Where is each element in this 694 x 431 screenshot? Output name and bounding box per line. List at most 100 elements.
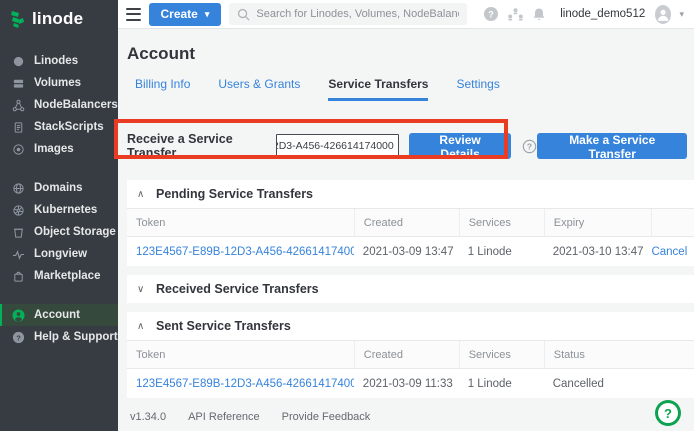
linodes-icon xyxy=(11,54,25,68)
sidebar-divider xyxy=(0,160,118,177)
section-title: Sent Service Transfers xyxy=(156,319,291,333)
search-input[interactable] xyxy=(256,8,459,20)
tab-billing-info[interactable]: Billing Info xyxy=(135,77,190,101)
create-button[interactable]: Create ▾ xyxy=(149,3,222,26)
column-header-token: Token xyxy=(127,209,354,236)
column-header-token: Token xyxy=(127,341,354,368)
cancel-link[interactable]: Cancel xyxy=(651,246,687,258)
sent-transfers-header[interactable]: ∧ Sent Service Transfers xyxy=(127,312,694,340)
column-header-expiry: Expiry xyxy=(544,209,652,236)
sidebar-item-longview[interactable]: Longview xyxy=(0,243,118,265)
sidebar-item-images[interactable]: Images xyxy=(0,138,118,160)
sidebar-item-label: Images xyxy=(34,143,74,155)
sidebar-item-volumes[interactable]: Volumes xyxy=(0,72,118,94)
cell-created: 2021-03-09 11:33 xyxy=(354,378,459,390)
footer-api-reference-link[interactable]: API Reference xyxy=(188,411,260,423)
page-title: Account xyxy=(127,44,694,64)
linode-logo-icon xyxy=(10,10,26,28)
receive-transfer-label: Receive a Service Transfer xyxy=(127,132,268,160)
search-icon xyxy=(237,8,250,21)
token-link[interactable]: 123E4567-E89B-12D3-A456-426614174001 xyxy=(136,378,354,390)
sent-transfers-panel: ∧ Sent Service Transfers Token Created S… xyxy=(127,312,694,398)
tab-settings[interactable]: Settings xyxy=(456,77,499,101)
pending-transfers-panel: ∧ Pending Service Transfers Token Create… xyxy=(127,180,694,266)
sidebar-item-kubernetes[interactable]: Kubernetes xyxy=(0,199,118,221)
nodebalancers-icon xyxy=(11,98,25,112)
section-title: Received Service Transfers xyxy=(156,282,319,296)
longview-icon xyxy=(11,247,25,261)
stackscripts-icon xyxy=(11,120,25,134)
sidebar-item-label: StackScripts xyxy=(34,121,104,133)
sidebar-item-label: NodeBalancers xyxy=(34,99,118,111)
sidebar-item-account[interactable]: Account xyxy=(0,304,118,326)
token-link[interactable]: 123E4567-E89B-12D3-A456-426614174000 xyxy=(136,246,354,258)
footer-provide-feedback-link[interactable]: Provide Feedback xyxy=(282,411,371,423)
sidebar-nav: Linodes Volumes NodeBalancers StackScrip… xyxy=(0,50,118,348)
sent-table-header: Token Created Services Status xyxy=(127,340,694,369)
username[interactable]: linode_demo512 xyxy=(560,8,645,20)
create-button-label: Create xyxy=(161,7,198,21)
chevron-down-icon: ∨ xyxy=(137,284,149,295)
svg-text:?: ? xyxy=(527,141,532,151)
marketplace-icon xyxy=(11,269,25,283)
receive-transfer-row: Receive a Service Transfer 123E4567-E89B… xyxy=(127,126,694,166)
cell-expiry: 2021-03-10 13:47 xyxy=(544,246,652,258)
search-bar[interactable] xyxy=(229,3,467,25)
sidebar-item-linodes[interactable]: Linodes xyxy=(0,50,118,72)
object-storage-icon xyxy=(11,225,25,239)
kubernetes-icon xyxy=(11,203,25,217)
footer-version-link[interactable]: v1.34.0 xyxy=(130,411,166,423)
table-row: 123E4567-E89B-12D3-A456-426614174001 202… xyxy=(127,369,694,398)
help-fab-button[interactable]: ? xyxy=(655,400,681,426)
sidebar-item-label: Kubernetes xyxy=(34,204,97,216)
column-header-services: Services xyxy=(459,341,544,368)
volumes-icon xyxy=(11,76,25,90)
transfer-panels: ∧ Pending Service Transfers Token Create… xyxy=(127,180,694,398)
svg-text:?: ? xyxy=(16,333,21,342)
content: Account Billing Info Users & Grants Serv… xyxy=(118,29,694,431)
cell-services: 1 Linode xyxy=(459,378,544,390)
sidebar-item-domains[interactable]: Domains xyxy=(0,177,118,199)
linode-logo[interactable]: linode xyxy=(0,0,118,30)
help-icon[interactable]: ? xyxy=(483,6,499,22)
cell-status: Cancelled xyxy=(544,378,694,390)
avatar[interactable] xyxy=(655,5,671,24)
sidebar-item-help-support[interactable]: ? Help & Support xyxy=(0,326,118,348)
sidebar: linode Linodes Volumes NodeBalancers Sta… xyxy=(0,0,118,431)
sidebar-item-label: Marketplace xyxy=(34,270,100,282)
main-area: Create ▾ ? linode_demo512 ▾ Account Bill… xyxy=(118,0,694,431)
review-details-button[interactable]: Review Details xyxy=(409,133,512,159)
make-service-transfer-button[interactable]: Make a Service Transfer xyxy=(537,133,687,159)
transfer-token-value: 123E4567-E89B-12D3-A456-426614174000 xyxy=(276,140,394,152)
sidebar-item-stackscripts[interactable]: StackScripts xyxy=(0,116,118,138)
account-menu-chevron-icon[interactable]: ▾ xyxy=(679,9,684,20)
column-header-created: Created xyxy=(354,341,459,368)
sidebar-item-object-storage[interactable]: Object Storage xyxy=(0,221,118,243)
topbar: Create ▾ ? linode_demo512 ▾ xyxy=(118,0,694,29)
pending-transfers-header[interactable]: ∧ Pending Service Transfers xyxy=(127,180,694,208)
cell-created: 2021-03-09 13:47 xyxy=(354,246,459,258)
sidebar-item-label: Domains xyxy=(34,182,83,194)
sidebar-item-marketplace[interactable]: Marketplace xyxy=(0,265,118,287)
sidebar-item-label: Volumes xyxy=(34,77,81,89)
svg-text:?: ? xyxy=(488,9,494,19)
tab-service-transfers[interactable]: Service Transfers xyxy=(328,77,428,101)
question-bubble-icon: ? xyxy=(658,403,678,423)
receive-help-icon[interactable]: ? xyxy=(522,139,537,154)
pending-table-header: Token Created Services Expiry xyxy=(127,208,694,237)
sidebar-item-nodebalancers[interactable]: NodeBalancers xyxy=(0,94,118,116)
help-circle-icon: ? xyxy=(11,330,25,344)
transfer-token-input[interactable]: 123E4567-E89B-12D3-A456-426614174000 xyxy=(276,134,399,159)
community-icon[interactable] xyxy=(507,7,524,22)
tab-users-grants[interactable]: Users & Grants xyxy=(218,77,300,101)
column-header-actions xyxy=(651,209,694,236)
domains-icon xyxy=(11,181,25,195)
menu-icon[interactable] xyxy=(126,8,141,21)
received-transfers-header[interactable]: ∨ Received Service Transfers xyxy=(127,275,694,303)
notifications-bell-icon[interactable] xyxy=(532,7,546,22)
footer: v1.34.0 API Reference Provide Feedback xyxy=(127,411,694,423)
table-row: 123E4567-E89B-12D3-A456-426614174000 202… xyxy=(127,237,694,266)
sidebar-divider xyxy=(0,287,118,304)
account-icon xyxy=(11,308,25,322)
sidebar-item-label: Account xyxy=(34,309,80,321)
